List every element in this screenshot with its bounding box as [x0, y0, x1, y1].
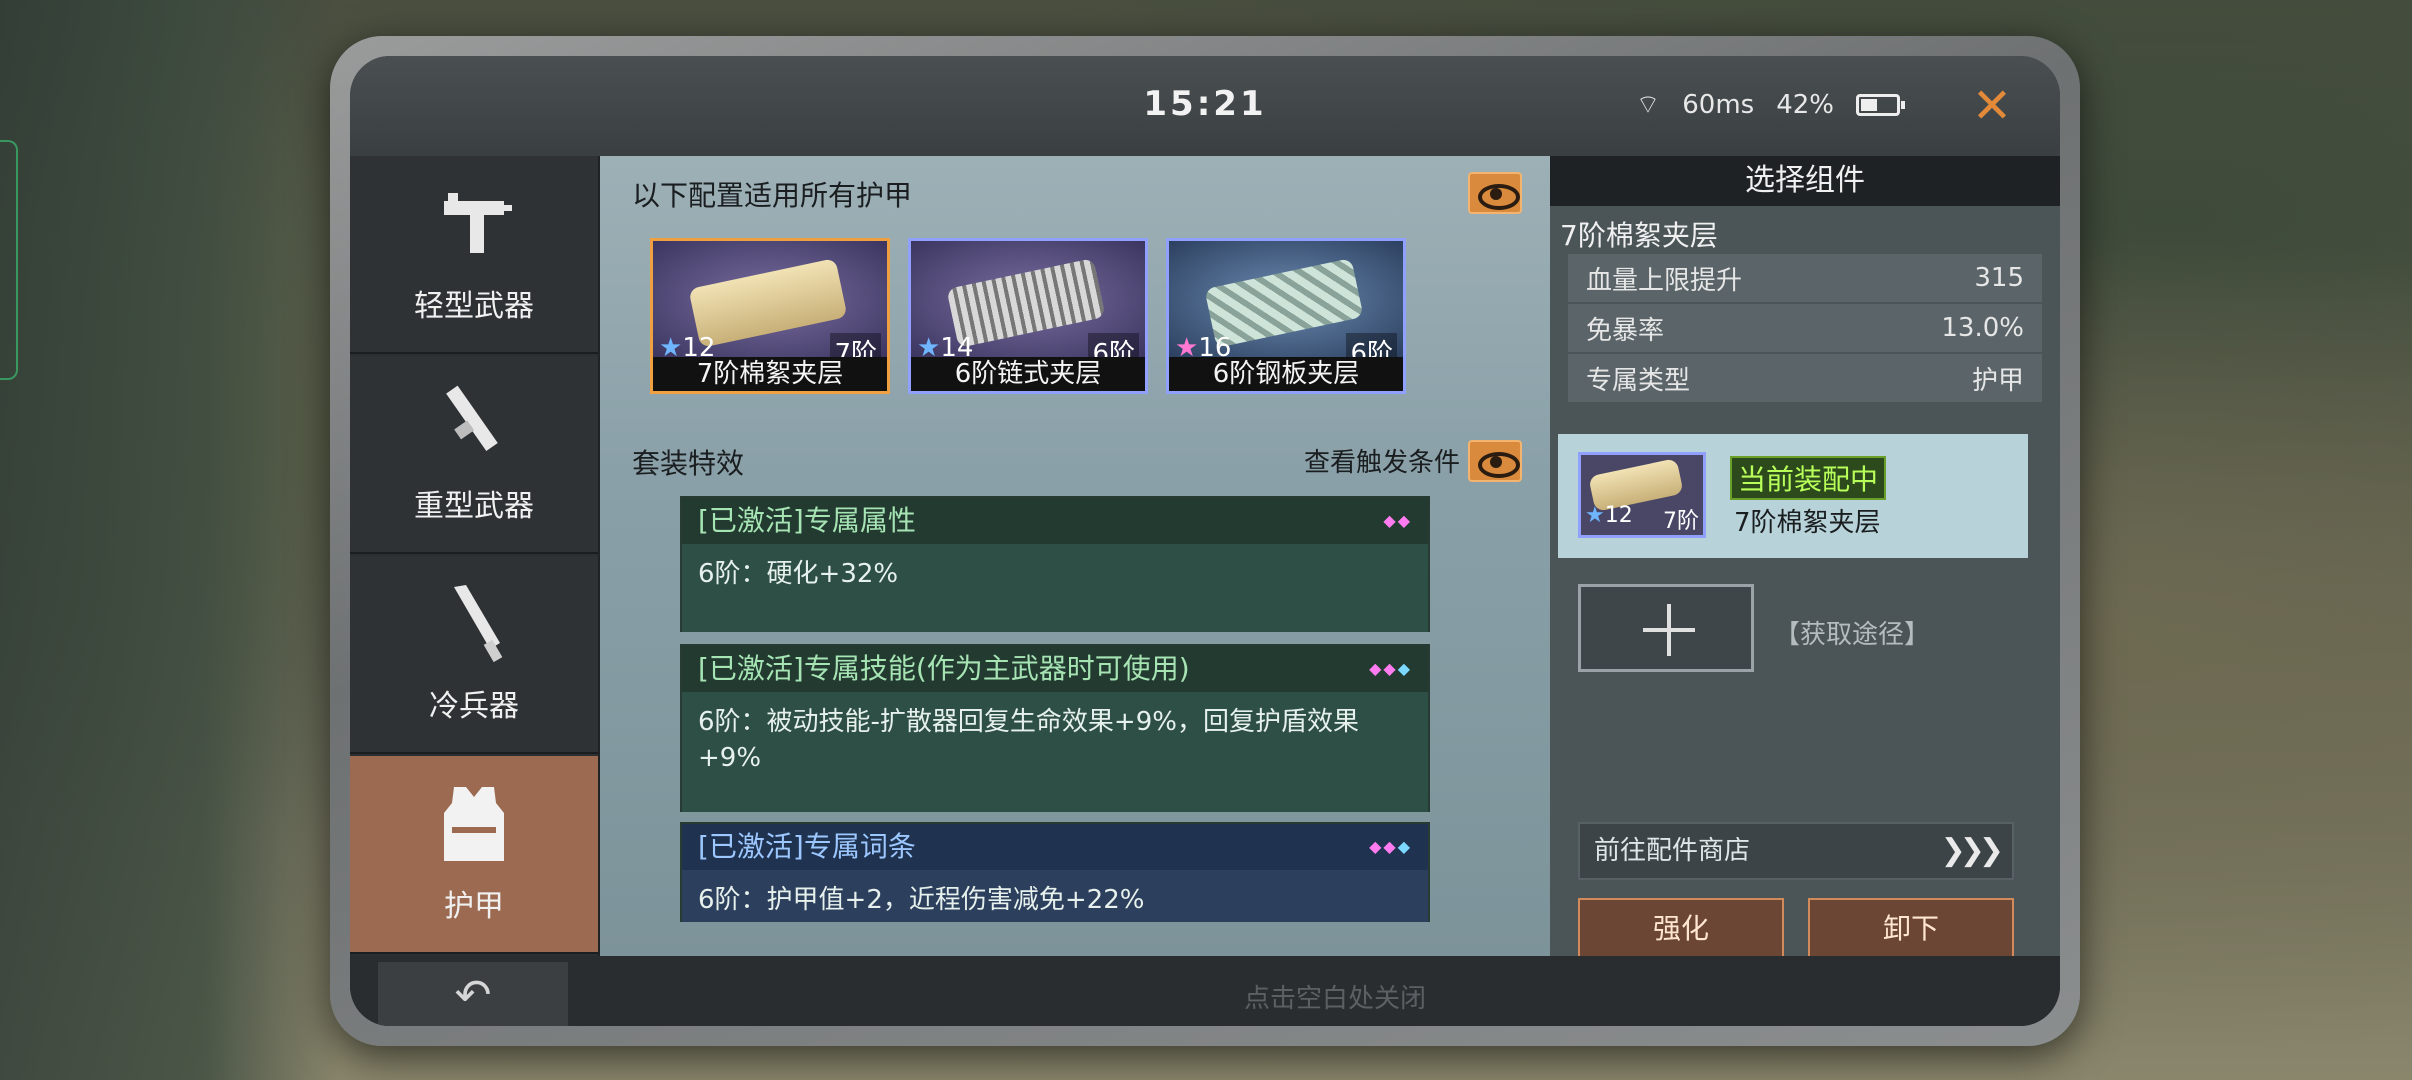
equipped-item-name: 7阶棉絮夹层: [1734, 508, 1881, 538]
battery-percent: 42%: [1776, 89, 1834, 120]
equipped-badge: 当前装配中: [1730, 456, 1887, 500]
stat-value: 13.0%: [1941, 313, 2024, 343]
item-name: 6阶链式夹层: [911, 357, 1145, 391]
stat-row: 免暴率 13.0%: [1568, 304, 2042, 354]
view-trigger-conditions-link[interactable]: 查看触发条件: [1304, 442, 1460, 479]
effect-description: 6阶：硬化+32%: [682, 544, 1428, 632]
top-status-bar: 15:21 ⌔ 60ms 42% ✕: [350, 56, 2060, 156]
effect-title: [已激活]专属词条: [698, 830, 916, 863]
chevron-right-icon: ❯❯❯: [1940, 833, 2004, 868]
effect-card-attribute: [已激活]专属属性 ◆◆ 6阶：硬化+32%: [680, 496, 1430, 632]
sidebar-item-melee[interactable]: 冷兵器: [350, 556, 598, 754]
game-screen: 15:21 ⌔ 60ms 42% ✕ 轻型武器 重型武器 冷兵器 护甲 以下配置…: [350, 56, 2060, 1026]
upgrade-button[interactable]: 强化: [1578, 898, 1784, 960]
go-to-shop-button[interactable]: 前往配件商店 ❯❯❯: [1578, 822, 2014, 880]
stat-label: 专属类型: [1586, 365, 1691, 396]
unequip-button[interactable]: 卸下: [1808, 898, 2014, 960]
item-name: 6阶钢板夹层: [1169, 357, 1403, 391]
effect-description: 6阶：护甲值+2，近程伤害减免+22%: [682, 870, 1428, 922]
launcher-icon: [446, 385, 498, 452]
knife-icon: [454, 585, 503, 663]
equipped-slot[interactable]: ★12 7阶 当前装配中 7阶棉絮夹层: [1558, 434, 2028, 558]
background-frame-accent: [0, 140, 18, 380]
status-indicators: ⌔ 60ms 42%: [1635, 88, 1905, 121]
item-card-cotton-layer[interactable]: ★12 7阶 7阶棉絮夹层: [650, 238, 890, 394]
effect-card-affix: [已激活]专属词条 ◆◆◆ 6阶：护甲值+2，近程伤害减免+22%: [680, 822, 1430, 922]
rarity-dots-icon: ◆◆◆: [1369, 659, 1412, 678]
category-sidebar: 轻型武器 重型武器 冷兵器 护甲: [350, 156, 598, 956]
sidebar-item-label: 重型武器: [414, 489, 534, 524]
star-icon: ★: [1585, 503, 1605, 528]
stat-value: 护甲: [1971, 365, 2024, 396]
equipped-item-thumbnail: ★12 7阶: [1578, 452, 1706, 538]
sidebar-item-armor[interactable]: 护甲: [350, 756, 598, 954]
shop-label: 前往配件商店: [1594, 836, 1751, 866]
stat-value: 315: [1974, 263, 2024, 293]
eye-icon[interactable]: [1468, 440, 1522, 482]
rarity-dots-icon: ◆◆◆: [1369, 837, 1412, 856]
background-left: [0, 0, 340, 1080]
stat-row: 血量上限提升 315: [1568, 254, 2042, 304]
eye-icon[interactable]: [1468, 172, 1522, 214]
battery-icon: [1856, 93, 1905, 116]
sidebar-item-label: 冷兵器: [429, 689, 519, 724]
item-name: 7阶棉絮夹层: [653, 357, 887, 391]
acquire-source-link[interactable]: 【获取途径】: [1774, 614, 1930, 651]
ping-value: 60ms: [1682, 89, 1755, 120]
sidebar-item-light-weapons[interactable]: 轻型武器: [350, 156, 598, 354]
component-panel: 选择组件 7阶棉絮夹层 血量上限提升 315 免暴率 13.0% 专属类型 护甲…: [1550, 156, 2060, 960]
bottom-bar: ↶ 点击空白处关闭: [350, 956, 2060, 1026]
config-panel: 以下配置适用所有护甲 ★12 7阶 7阶棉絮夹层 ★14 6阶 6阶链式夹层 ★…: [600, 156, 1550, 956]
sidebar-item-label: 护甲: [444, 889, 504, 924]
stat-row: 专属类型 护甲: [1568, 354, 2042, 404]
component-name: 7阶棉絮夹层: [1560, 219, 1718, 252]
effect-description: 6阶：被动技能-扩散器回复生命效果+9%，回复护盾效果+9%: [682, 692, 1428, 812]
set-effects-title: 套装特效: [632, 447, 745, 480]
panel-title: 以下配置适用所有护甲: [632, 179, 913, 212]
vest-icon: [444, 787, 504, 861]
sidebar-item-heavy-weapons[interactable]: 重型武器: [350, 356, 598, 554]
item-card-plate-layer[interactable]: ★16 6阶 6阶钢板夹层: [1166, 238, 1406, 394]
item-tier: 7阶: [1663, 509, 1699, 534]
effect-title: [已激活]专属属性: [698, 504, 916, 537]
stat-label: 免暴率: [1586, 315, 1665, 346]
effect-card-skill: [已激活]专属技能(作为主武器时可使用) ◆◆◆ 6阶：被动技能-扩散器回复生命…: [680, 644, 1430, 812]
smg-icon: [444, 193, 512, 253]
stat-label: 血量上限提升: [1586, 265, 1743, 296]
close-button[interactable]: ✕: [1964, 78, 2020, 134]
close-hint[interactable]: 点击空白处关闭: [350, 978, 2060, 1015]
effect-title: [已激活]专属技能(作为主武器时可使用): [698, 652, 1190, 685]
close-icon: ✕: [1971, 78, 2013, 134]
add-component-button[interactable]: [1578, 584, 1754, 672]
item-stars: 12: [1604, 503, 1633, 528]
device-frame: 15:21 ⌔ 60ms 42% ✕ 轻型武器 重型武器 冷兵器 护甲 以下配置…: [330, 36, 2080, 1046]
wifi-icon: ⌔: [1635, 90, 1661, 120]
sidebar-item-label: 轻型武器: [414, 289, 534, 324]
panel-header: 选择组件: [1550, 156, 2060, 206]
item-card-chain-layer[interactable]: ★14 6阶 6阶链式夹层: [908, 238, 1148, 394]
rarity-dots-icon: ◆◆: [1383, 511, 1412, 530]
